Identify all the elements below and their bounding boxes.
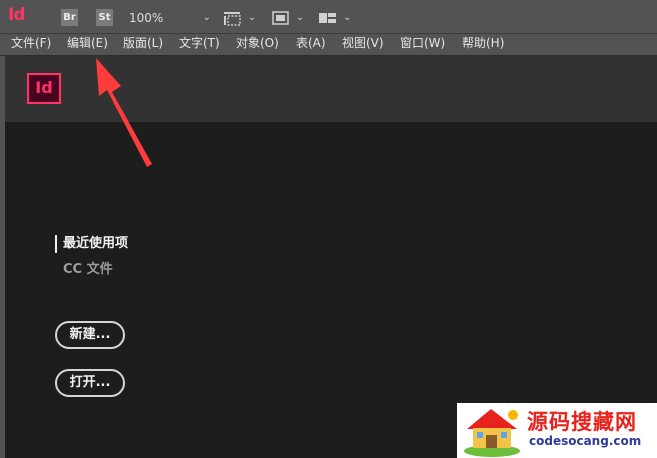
menu-window[interactable]: 窗口(W) [400,34,445,55]
bridge-button[interactable]: Br [61,9,78,26]
menu-help[interactable]: 帮助(H) [462,34,504,55]
home-header: Id [5,56,657,122]
indesign-badge: Id [27,73,61,104]
menu-file[interactable]: 文件(F) [11,34,51,55]
screen-mode-button[interactable]: ⌄ [270,9,308,27]
house-logo-icon [464,409,520,457]
menu-layout[interactable]: 版面(L) [123,34,163,55]
zoom-value: 100% [129,11,164,25]
arrange-documents-button[interactable]: ⌄ [317,9,355,27]
watermark: 源码搜藏网 codesocang.com [457,403,657,458]
new-button[interactable]: 新建... [55,321,125,349]
indesign-logo: Id [8,5,26,25]
nav-recent-items[interactable]: 最近使用项 [55,235,128,253]
menu-type[interactable]: 文字(T) [179,34,220,55]
menu-table[interactable]: 表(A) [296,34,326,55]
watermark-url: codesocang.com [529,434,642,448]
menu-bar: 文件(F) 编辑(E) 版面(L) 文字(T) 对象(O) 表(A) 视图(V)… [0,34,657,56]
arrange-documents-icon [319,13,336,23]
view-options-icon [224,12,241,26]
nav-cc-files[interactable]: CC 文件 [63,261,113,279]
app-toolbar: Id Br St 100% ⌄ ⌄ ⌄ ⌄ [0,0,657,34]
chevron-down-icon: ⌄ [248,12,257,23]
chevron-down-icon: ⌄ [202,12,211,23]
open-button[interactable]: 打开... [55,369,125,397]
zoom-dropdown[interactable]: 100% ⌄ [129,9,211,27]
view-options-button[interactable]: ⌄ [222,9,260,27]
chevron-down-icon: ⌄ [343,12,352,23]
chevron-down-icon: ⌄ [296,12,305,23]
screen-mode-icon [272,11,289,25]
stock-button[interactable]: St [96,9,113,26]
watermark-title: 源码搜藏网 [527,410,637,434]
menu-edit[interactable]: 编辑(E) [67,34,108,55]
menu-object[interactable]: 对象(O) [236,34,279,55]
menu-view[interactable]: 视图(V) [342,34,384,55]
